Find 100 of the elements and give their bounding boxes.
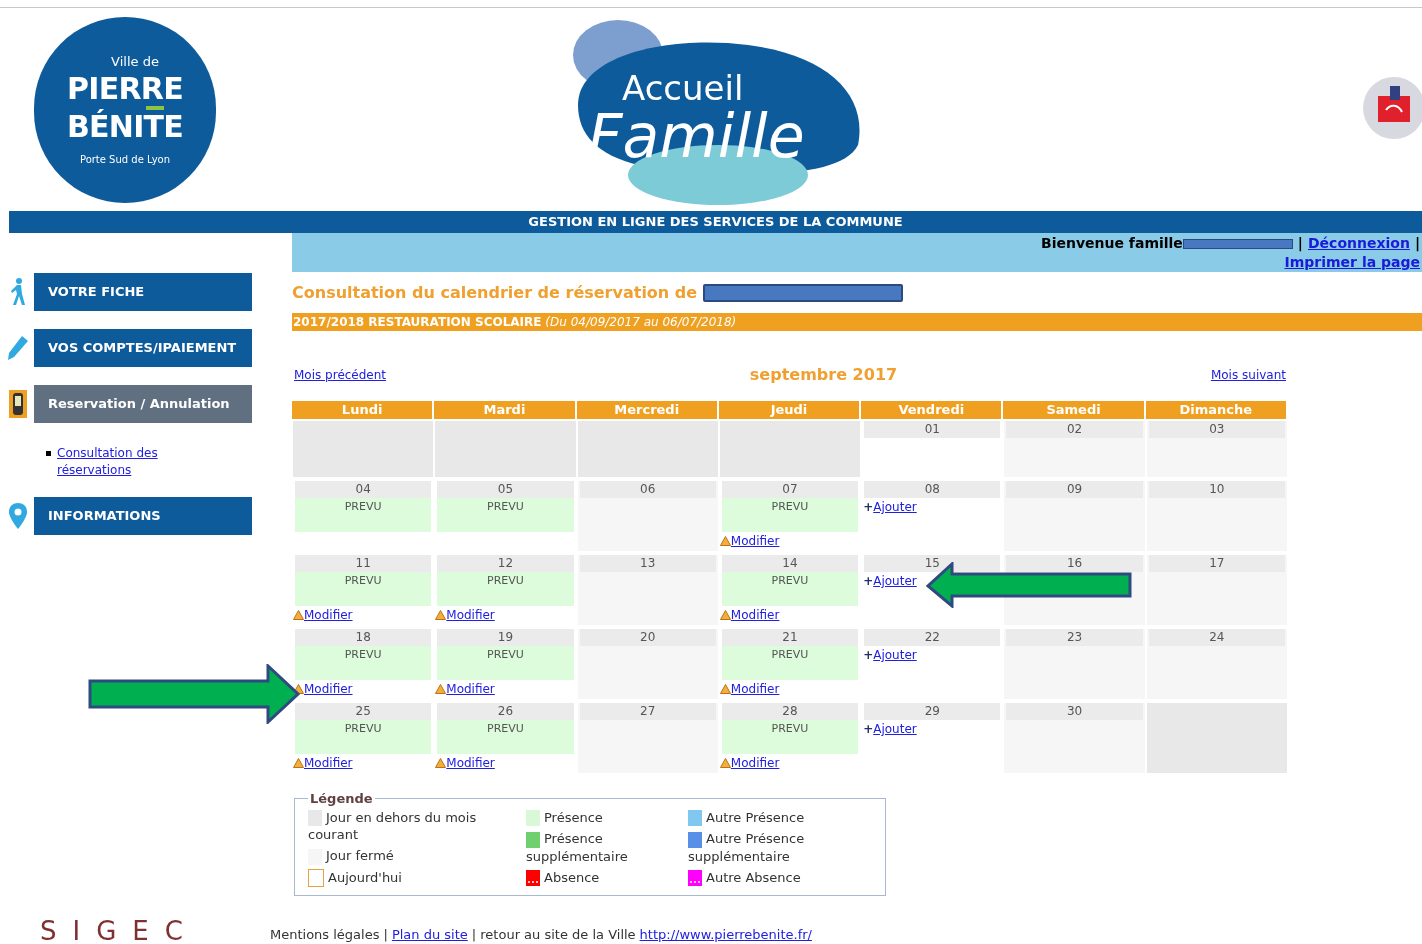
logout-link[interactable]: Déconnexion xyxy=(1308,234,1410,253)
welcome-text: Bienvenue famille xyxy=(1041,234,1183,253)
day-number: 10 xyxy=(1148,481,1285,498)
day-number: 05 xyxy=(437,481,574,498)
sidebar-item[interactable]: Reservation / Annulation xyxy=(34,385,252,423)
sitemap-link[interactable]: Plan du site xyxy=(391,926,468,944)
separator: | xyxy=(383,926,388,944)
modify-link[interactable]: Modifier xyxy=(435,754,495,772)
location-pin-icon xyxy=(9,503,27,529)
day-number: 11 xyxy=(295,555,432,572)
day-number: 28 xyxy=(721,703,859,720)
day-number: 17 xyxy=(1148,555,1285,572)
sigec-logo: SIGEC xyxy=(40,918,200,944)
day-number: 04 xyxy=(295,481,432,498)
column-header: Jeudi xyxy=(718,401,860,419)
modify-link[interactable]: Modifier xyxy=(719,680,780,698)
day-number: 26 xyxy=(437,703,574,720)
legend-item: Autre Absence xyxy=(688,868,868,886)
modify-link[interactable]: Modifier xyxy=(719,532,780,550)
sidebar-item[interactable]: INFORMATIONS xyxy=(34,497,252,535)
column-header: Mardi xyxy=(434,401,575,419)
day-number: 02 xyxy=(1006,421,1143,438)
warning-icon xyxy=(719,536,731,546)
day-number: 30 xyxy=(1006,703,1143,720)
day-number: 14 xyxy=(721,555,859,572)
modify-link[interactable]: Modifier xyxy=(293,754,353,772)
day-number: 24 xyxy=(1148,629,1285,646)
sidebar-item[interactable]: VOS COMPTES/IPAIEMENT xyxy=(34,329,252,367)
legend-title: Légende xyxy=(309,790,374,808)
reservation-status: PREVU xyxy=(437,498,574,532)
page-title: Consultation du calendrier de réservation de xyxy=(292,282,698,304)
sidebar-item[interactable]: VOTRE FICHE xyxy=(34,273,252,311)
add-link[interactable]: +Ajouter xyxy=(863,646,917,664)
add-link[interactable]: +Ajouter xyxy=(863,720,917,738)
warning-icon xyxy=(293,610,304,620)
next-month-link[interactable]: Mois suivant xyxy=(1210,366,1286,384)
day-number: 27 xyxy=(579,703,716,720)
legend-item: Autre Présence supplémentaire xyxy=(688,830,806,865)
legal-text: Mentions légales xyxy=(270,926,380,944)
reservation-status: PREVU xyxy=(295,572,432,606)
column-header: Samedi xyxy=(1003,401,1144,419)
warning-icon xyxy=(435,684,447,694)
day-number: 09 xyxy=(1006,481,1143,498)
day-number: 23 xyxy=(1006,629,1143,646)
column-header: Vendredi xyxy=(861,401,1002,419)
reservation-status: PREVU xyxy=(721,646,859,680)
day-number: 18 xyxy=(295,629,432,646)
modify-link[interactable]: Modifier xyxy=(719,754,780,772)
column-header: Mercredi xyxy=(576,401,717,419)
reservation-status: PREVU xyxy=(437,572,574,606)
warning-icon xyxy=(719,758,731,768)
day-number: 01 xyxy=(864,421,1001,438)
warning-icon xyxy=(719,684,731,694)
day-number: 07 xyxy=(721,481,859,498)
print-link[interactable]: Imprimer la page xyxy=(1284,253,1420,272)
reservation-status: PREVU xyxy=(295,720,432,754)
banner: GESTION EN LIGNE DES SERVICES DE LA COMMUNE xyxy=(9,211,1422,233)
day-number: 16 xyxy=(1006,555,1143,572)
day-number: 12 xyxy=(437,555,574,572)
legend-item: Présence xyxy=(526,808,688,826)
day-number: 06 xyxy=(579,481,716,498)
reservation-status: PREVU xyxy=(721,572,859,606)
day-number: 25 xyxy=(295,703,432,720)
warning-icon xyxy=(435,610,447,620)
previous-month-link[interactable]: Mois précédent xyxy=(294,366,387,384)
add-link[interactable]: +Ajouter xyxy=(863,572,917,590)
city-website-link[interactable]: http://www.pierrebenite.fr/ xyxy=(639,926,812,944)
add-link[interactable]: +Ajouter xyxy=(863,498,917,516)
reservation-status: PREVU xyxy=(295,498,432,532)
day-number: 13 xyxy=(579,555,716,572)
footer-text: | retour au site de la Ville xyxy=(471,926,636,944)
reservation-status: PREVU xyxy=(721,498,859,532)
column-header: Lundi xyxy=(292,401,433,419)
bullet-icon xyxy=(46,451,51,456)
pencil-icon xyxy=(7,335,29,361)
battery-icon xyxy=(9,390,27,418)
submenu-link[interactable]: Consultation des réservations xyxy=(57,445,187,479)
modify-link[interactable]: Modifier xyxy=(435,606,495,624)
reservation-status: PREVU xyxy=(721,720,859,754)
day-number: 15 xyxy=(864,555,1001,572)
legend-item: Autre Présence xyxy=(688,808,868,826)
column-header: Dimanche xyxy=(1145,401,1286,419)
modify-link[interactable]: Modifier xyxy=(435,680,495,698)
day-number: 03 xyxy=(1148,421,1285,438)
separator: | xyxy=(1297,234,1303,253)
month-title: septembre 2017 xyxy=(749,364,898,386)
day-number: 22 xyxy=(864,629,1001,646)
warning-icon xyxy=(435,758,447,768)
day-number: 08 xyxy=(864,481,1001,498)
reservation-status: PREVU xyxy=(295,646,432,680)
service-bar: 2017/2018 RESTAURATION SCOLAIRE (Du 04/09/2017 au 06/07/2018) xyxy=(292,313,1422,331)
modify-link[interactable]: Modifier xyxy=(719,606,780,624)
legend-item: Aujourd'hui xyxy=(308,868,526,887)
legend-item: Présence supplémentaire xyxy=(526,830,629,865)
reservation-status: PREVU xyxy=(437,646,574,680)
legend-item: Jour en dehors du mois courant xyxy=(308,808,478,843)
walking-person-icon xyxy=(9,277,27,307)
modify-link[interactable]: Modifier xyxy=(293,606,353,624)
day-number: 21 xyxy=(721,629,859,646)
legend-item: Jour fermé xyxy=(308,847,526,865)
